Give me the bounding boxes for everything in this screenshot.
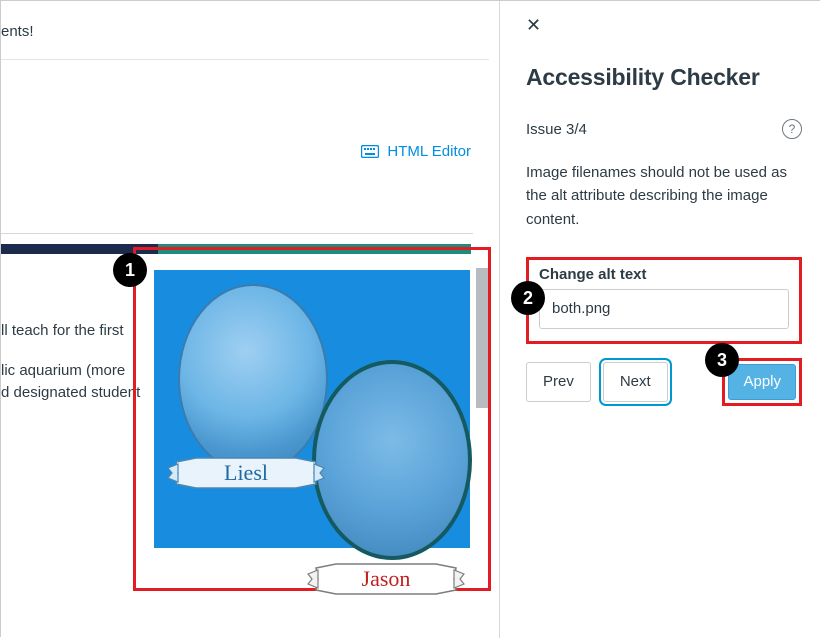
close-icon[interactable]: ✕ <box>526 15 802 36</box>
body-text-fragment-2: lic aquarium (more d designated student <box>1 360 140 404</box>
html-editor-link[interactable]: HTML Editor <box>361 143 471 160</box>
button-row: Prev Next Apply <box>526 358 802 406</box>
highlighted-image-region[interactable]: Liesl Jason <box>133 247 491 591</box>
prev-button[interactable]: Prev <box>526 362 591 402</box>
portrait-liesl <box>178 284 328 474</box>
next-button[interactable]: Next <box>603 362 668 402</box>
divider <box>1 59 489 60</box>
alt-text-input[interactable] <box>539 289 789 329</box>
annotation-badge-1: 1 <box>113 253 147 287</box>
issue-counter: Issue 3/4 <box>526 121 587 138</box>
html-editor-link-label: HTML Editor <box>387 143 471 160</box>
ribbon-jason: Jason <box>306 556 466 602</box>
help-icon[interactable]: ? <box>782 119 802 139</box>
ribbon-liesl-label: Liesl <box>224 460 268 486</box>
apply-button[interactable]: Apply <box>728 364 796 400</box>
accessibility-checker-panel: ✕ Accessibility Checker Issue 3/4 ? Imag… <box>499 1 820 638</box>
editor-main-area: ents! HTML Editor ll teach for the first… <box>1 1 499 638</box>
annotation-badge-3: 3 <box>705 343 739 377</box>
ribbon-liesl: Liesl <box>166 450 326 496</box>
alt-text-field-block: Change alt text <box>526 257 802 344</box>
annotation-badge-2: 2 <box>511 281 545 315</box>
panel-title: Accessibility Checker <box>526 64 802 91</box>
keyboard-icon <box>361 145 379 158</box>
ribbon-jason-label: Jason <box>362 566 411 592</box>
scrollbar-thumb[interactable] <box>476 268 488 408</box>
cropped-heading-text: ents! <box>1 23 34 40</box>
issue-description: Image filenames should not be used as th… <box>526 161 802 231</box>
body-text-fragment-1: ll teach for the first <box>1 320 124 342</box>
alt-text-label: Change alt text <box>539 266 789 283</box>
portrait-jason <box>312 360 472 560</box>
